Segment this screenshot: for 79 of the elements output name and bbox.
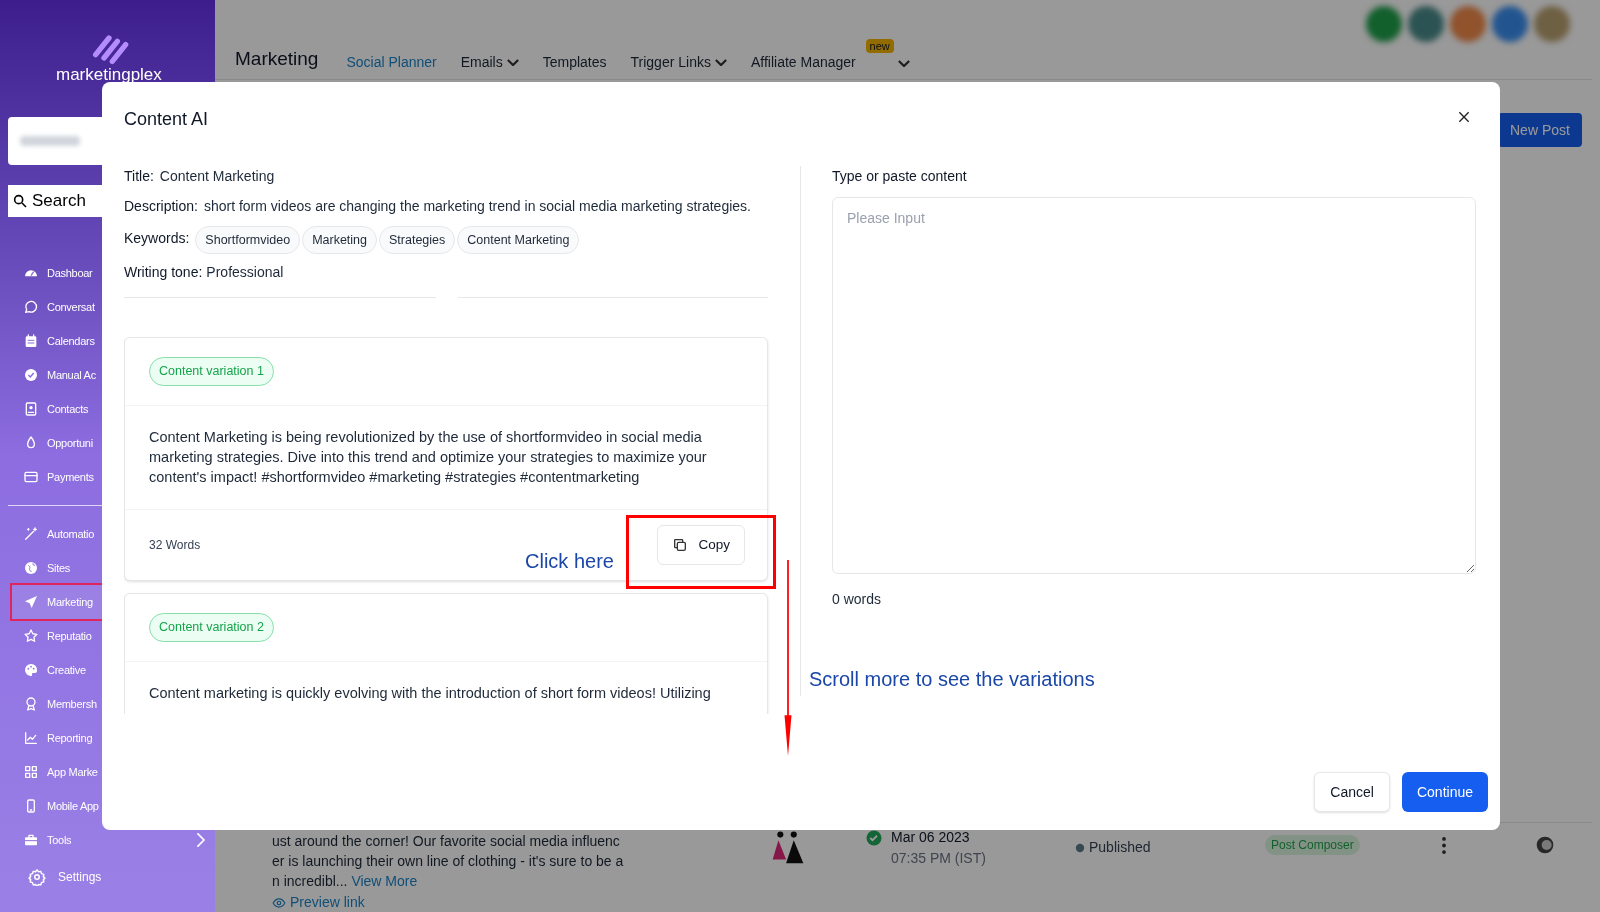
sidebar-item[interactable]: Manual Ac: [12, 358, 102, 392]
more-vertical-icon: [1442, 837, 1446, 854]
settings-icon: [28, 868, 46, 886]
new-badge: new: [865, 39, 894, 53]
sidebar-item[interactable]: Tools: [12, 823, 102, 857]
sidebar-item[interactable]: Payments: [12, 460, 102, 494]
dialog-title: Content AI: [124, 108, 209, 131]
nav-tab[interactable]: Trigger Links: [630, 52, 727, 73]
sidebar-item[interactable]: Membersh: [12, 687, 102, 721]
ribbon-icon: [23, 696, 39, 712]
preview-link[interactable]: Preview link: [272, 892, 365, 912]
keyword-tag: Content Marketing: [457, 226, 580, 254]
view-more-link[interactable]: View More: [351, 873, 418, 889]
new-post-button[interactable]: New Post: [1498, 113, 1582, 147]
close-icon: [1456, 109, 1472, 125]
sidebar-item[interactable]: Conversat: [12, 290, 102, 324]
contact-card-icon: [23, 401, 39, 417]
word-count: 0 words: [832, 590, 882, 609]
info-line: Writing tone: Professional: [124, 263, 285, 282]
paper-plane-icon: [23, 594, 39, 610]
info-line: Description: short form videos are changing the marketing trend in social media marketing strategies.: [124, 197, 752, 216]
globe-icon: [23, 560, 39, 576]
settings-item[interactable]: Settings: [24, 866, 106, 888]
variation-badge: Content variation 2: [149, 612, 274, 642]
profile-icon: [1535, 835, 1555, 855]
chevron-down-icon[interactable]: [897, 60, 910, 67]
keyword-tag: Strategies: [379, 226, 456, 254]
keyword-tag: Marketing: [302, 226, 377, 254]
copy-icon: [672, 536, 689, 553]
chat-bubble-icon: [23, 299, 39, 315]
logo-text: marketingplex: [56, 66, 162, 84]
sidebar-item[interactable]: App Marke: [12, 755, 102, 789]
briefcase-icon: [23, 832, 39, 848]
editor-label: Type or paste content: [832, 167, 967, 186]
nav-tab[interactable]: Social Planner: [346, 52, 437, 73]
post-date: Mar 06 2023: [891, 828, 971, 847]
variation-text: Content marketing is quickly evolving with the introduction of short form videos! Utilizing: [148, 683, 712, 703]
variation-badge: Content variation 1: [149, 357, 274, 386]
sidebar-item[interactable]: Reporting: [12, 721, 102, 755]
sidebar-item[interactable]: Marketing: [12, 585, 102, 619]
page-title: Marketing: [235, 46, 319, 71]
status-text: Published: [1089, 838, 1151, 857]
credit-card-icon: [23, 469, 39, 485]
continue-button[interactable]: Continue: [1401, 772, 1488, 812]
sidebar-item[interactable]: Dashboar: [12, 256, 102, 290]
sidebar-item[interactable]: Creative: [12, 653, 102, 687]
sidebar-item[interactable]: Mobile App: [12, 789, 102, 823]
scroll-hint: Scroll more to see the variations: [809, 667, 1095, 692]
status-icon: [1075, 842, 1085, 853]
cancel-button[interactable]: Cancel: [1314, 772, 1390, 812]
calendar-icon: [23, 333, 39, 349]
nav-tab[interactable]: Templates: [542, 52, 607, 73]
check-circle-icon: [23, 367, 39, 383]
variation-text: Content Marketing is being revolutionized by the use of shortformvideo in social media marketing strategies. Dive into this trend and optimize your strategies to maximize your content's impact! #shortformvideo #marketing #strategies #contentmarketing: [125, 405, 767, 510]
info-line: Title: Content Marketing: [124, 167, 276, 186]
keyword-tag: Shortformvideo: [195, 226, 301, 254]
magic-wand-icon: [23, 526, 39, 542]
click-hint: Click here: [525, 549, 614, 574]
search-placeholder: Search: [32, 190, 86, 213]
word-count: 32 Words: [149, 536, 201, 554]
star-icon: [23, 628, 39, 644]
nav-tab[interactable]: Emails: [460, 52, 519, 73]
copy-button[interactable]: Copy: [657, 524, 745, 565]
sidebar-item[interactable]: Sites: [12, 551, 102, 585]
eye-icon: [272, 895, 286, 910]
palette-icon: [23, 662, 39, 678]
sidebar-item[interactable]: Opportuni: [12, 426, 102, 460]
search-icon: [12, 193, 28, 209]
content-input[interactable]: Please Input: [832, 197, 1476, 574]
line-chart-icon: [23, 730, 39, 746]
post-time: 07:35 PM (IST): [891, 849, 986, 868]
keywords-label: Keywords:: [124, 229, 190, 248]
source-tag: Post Composer: [1265, 835, 1360, 855]
sidebar-item[interactable]: Automatio: [12, 517, 102, 551]
sidebar-item[interactable]: Contacts: [12, 392, 102, 426]
post-text: ust around the corner! Our favorite social media influenc er is launching their own line of clothing - it's sure to be a n incredibl... View More: [272, 832, 625, 891]
sidebar-item[interactable]: Reputatio: [12, 619, 102, 653]
sidebar-item[interactable]: Calendars: [12, 324, 102, 358]
app-grid-icon: [23, 764, 39, 780]
